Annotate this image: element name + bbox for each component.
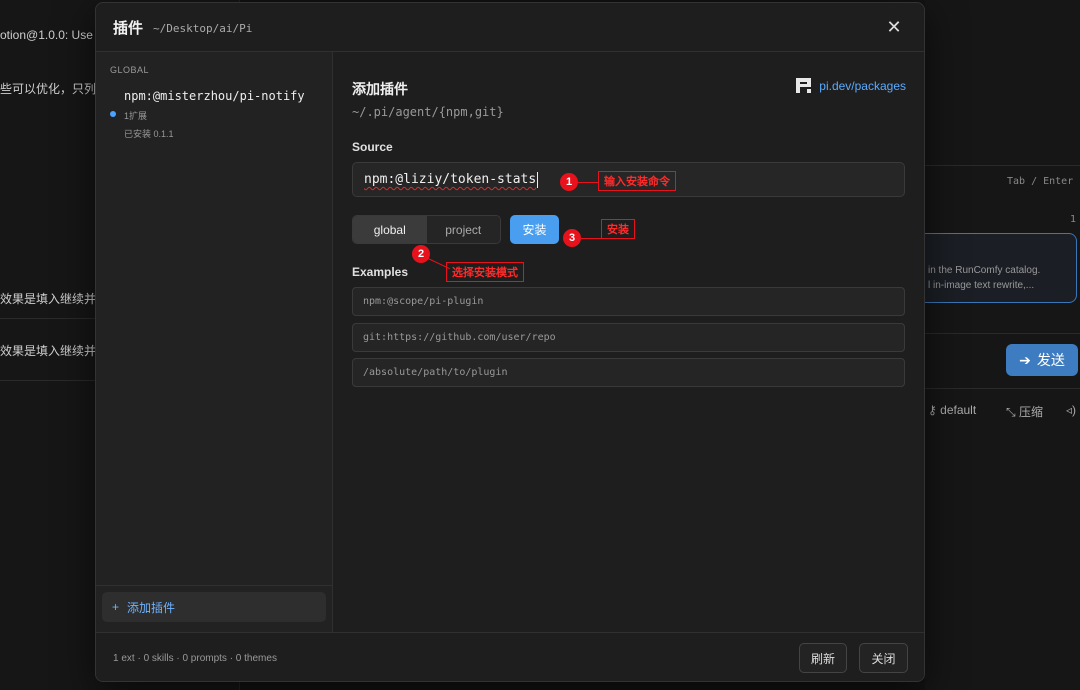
add-plugin-panel: 添加插件 ~/.pi/agent/{npm,git} pi.dev/packag… <box>334 52 924 632</box>
modal-path: ~/Desktop/ai/Pi <box>153 21 253 35</box>
install-path: ~/.pi/agent/{npm,git} <box>352 105 504 119</box>
background-text-1: otion@1.0.0: Use y <box>0 28 103 42</box>
add-plugin-button[interactable]: + 添加插件 <box>102 592 326 622</box>
annotation-label-1: 输入安装命令 <box>598 171 676 191</box>
background-tab-enter-hint: Tab / Enter <box>1007 176 1074 187</box>
text-cursor <box>537 171 539 188</box>
send-label: 发送 <box>1036 352 1065 368</box>
sidebar-item-pi-notify[interactable]: npm:@misterzhou/pi-notify 1扩展 已安装 0.1.1 <box>110 89 320 140</box>
packages-link-label: pi.dev/packages <box>819 78 906 93</box>
annotation-marker-1: 1 <box>560 173 578 191</box>
background-card: in the RunComfy catalog. l in-image text… <box>925 233 1077 303</box>
annotation-label-3: 安装 <box>601 219 635 239</box>
background-divider <box>925 388 1080 389</box>
pi-logo-icon <box>796 78 812 93</box>
footer-stats: 1 ext · 0 skills · 0 prompts · 0 themes <box>113 653 277 664</box>
example-item[interactable]: /absolute/path/to/plugin <box>352 358 905 387</box>
example-item[interactable]: npm:@scope/pi-plugin <box>352 287 905 316</box>
annotation-marker-2: 2 <box>412 245 430 263</box>
arrow-right-icon: ➔ <box>1019 351 1031 368</box>
examples-label: Examples <box>352 265 409 279</box>
model-label: default <box>940 403 977 417</box>
add-plugin-label: 添加插件 <box>127 600 176 615</box>
annotation-leader-line <box>581 238 601 239</box>
background-text-4: 效果是填入继续并执 <box>0 344 109 358</box>
model-selector[interactable]: ⚷ default <box>928 403 976 417</box>
annotation-leader-line <box>578 182 598 183</box>
scope-toggle: global project <box>352 215 501 244</box>
scope-option-project[interactable]: project <box>426 216 500 243</box>
close-icon[interactable]: ✕ <box>884 17 904 37</box>
plugin-extensions: 1扩展 <box>124 111 148 121</box>
background-card-line2: l in-image text rewrite,... <box>928 280 1035 291</box>
close-button[interactable]: 关闭 <box>859 643 908 673</box>
install-button[interactable]: 安装 <box>510 215 559 244</box>
plugins-modal: 插件 ~/Desktop/ai/Pi ✕ GLOBAL npm:@misterz… <box>95 2 925 682</box>
plugin-sidebar: GLOBAL npm:@misterzhou/pi-notify 1扩展 已安装… <box>96 52 333 632</box>
key-icon: ⚷ <box>928 403 937 417</box>
sidebar-heading: GLOBAL <box>110 65 150 75</box>
compress-label: 压缩 <box>1018 405 1043 419</box>
plugin-name: npm:@misterzhou/pi-notify <box>124 89 305 103</box>
packages-link[interactable]: pi.dev/packages <box>796 78 906 93</box>
background-divider <box>925 165 1080 166</box>
background-text-3: 效果是填入继续并执 <box>0 292 109 306</box>
panel-title: 添加插件 <box>352 81 408 97</box>
status-dot-icon <box>110 111 116 117</box>
background-card-line1: in the RunComfy catalog. <box>928 265 1041 276</box>
annotation-marker-3: 3 <box>563 229 581 247</box>
send-button[interactable]: ➔ 发送 <box>1006 344 1078 376</box>
modal-header: 插件 ~/Desktop/ai/Pi ✕ <box>96 3 924 52</box>
scope-option-global[interactable]: global <box>353 216 427 243</box>
background-text-2: 些可以优化，只列 <box>0 82 97 96</box>
modal-title: 插件 <box>113 19 144 37</box>
modal-footer: 1 ext · 0 skills · 0 prompts · 0 themes … <box>96 632 924 681</box>
speaker-icon[interactable]: ◃) <box>1066 403 1076 417</box>
example-item[interactable]: git:https://github.com/user/repo <box>352 323 905 352</box>
annotation-label-2: 选择安装模式 <box>446 262 524 282</box>
plus-icon: + <box>112 600 120 614</box>
background-counter: 1 <box>1070 214 1077 225</box>
background-divider <box>925 333 1080 334</box>
compress-icon: ⤡ <box>1006 405 1016 419</box>
source-label: Source <box>352 140 393 154</box>
plugin-installed-version: 已安装 0.1.1 <box>124 129 174 139</box>
source-input-value: npm:@liziy/token-stats <box>364 172 537 187</box>
sidebar-divider <box>96 585 333 586</box>
refresh-button[interactable]: 刷新 <box>799 643 847 673</box>
compress-button[interactable]: ⤡ 压缩 <box>1006 403 1043 420</box>
